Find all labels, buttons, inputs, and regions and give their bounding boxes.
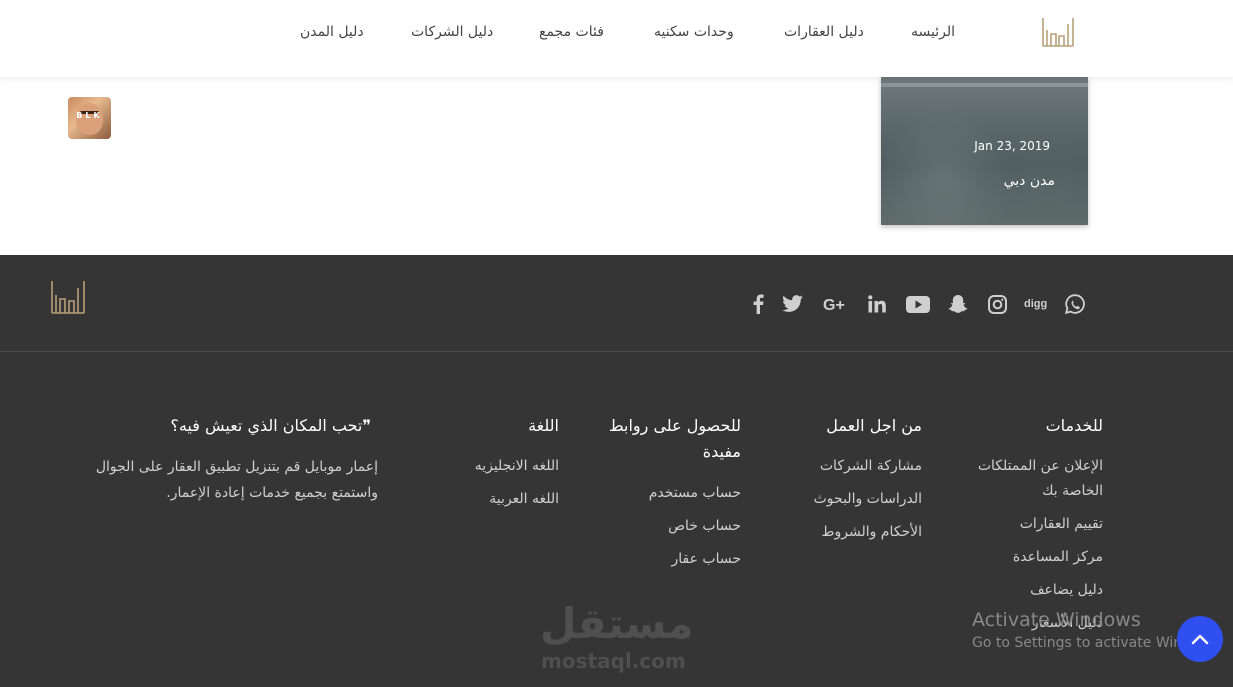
link-studies-research[interactable]: الدراسات والبحوث	[762, 487, 922, 512]
card-date: Jan 23, 2019	[974, 139, 1050, 153]
link-terms-conditions[interactable]: الأحكام والشروط	[762, 520, 922, 545]
city-post-card[interactable]: Jan 23, 2019 مدن دبي	[881, 77, 1088, 225]
whatsapp-icon[interactable]	[1064, 293, 1086, 315]
nav-city-guide[interactable]: دليل المدن	[300, 24, 364, 40]
twitter-icon[interactable]	[782, 293, 804, 315]
site-logo[interactable]	[1041, 16, 1075, 48]
services-heading: للخدمات	[1045, 416, 1103, 435]
link-arabic[interactable]: اللغه العربية	[439, 487, 559, 512]
svg-text:digg: digg	[1024, 298, 1047, 310]
chevron-up-icon	[1191, 634, 1209, 645]
work-heading: من اجل العمل	[826, 416, 922, 435]
useful-links-heading: للحصول على روابط مفيدة	[608, 416, 741, 461]
link-english[interactable]: اللغه الانجليزيه	[439, 454, 559, 479]
nav-residential-units[interactable]: وحدات سكنيه	[654, 24, 734, 40]
card-city[interactable]: مدن دبي	[1004, 173, 1055, 189]
nav-complex-categories[interactable]: فئات مجمع	[539, 24, 604, 40]
link-advertise-property[interactable]: الإعلان عن الممتلكات الخاصة بك	[953, 454, 1103, 504]
footer-logo[interactable]	[50, 279, 86, 315]
link-multiplier-guide[interactable]: دليل يضاعف	[943, 578, 1103, 603]
nav-property-guide[interactable]: دليل العقارات	[784, 24, 864, 40]
windows-activation-title: Activate Windows	[972, 609, 1141, 631]
site-header: الرئيسه دليل العقارات وحدات سكنيه فئات م…	[0, 0, 1233, 77]
mostaql-watermark-url: mostaql.com	[541, 649, 686, 673]
instagram-icon[interactable]	[986, 293, 1008, 315]
youtube-icon[interactable]	[905, 293, 931, 315]
link-property-valuation[interactable]: تقييم العقارات	[943, 512, 1103, 537]
back-to-top-button[interactable]	[1177, 616, 1223, 662]
link-private-account[interactable]: حساب خاص	[591, 514, 741, 539]
google-plus-icon[interactable]: G+	[822, 293, 850, 315]
linkedin-icon[interactable]	[866, 293, 888, 315]
nav-home[interactable]: الرئيسه	[911, 24, 955, 40]
site-footer: G+ digg للخدمات الإعلان عن الممتلكات الخ…	[0, 255, 1233, 687]
digg-icon[interactable]: digg	[1024, 293, 1048, 315]
avatar-text: BLK	[76, 111, 103, 120]
author-avatar[interactable]: BLK	[68, 97, 111, 139]
snapchat-icon[interactable]	[947, 293, 969, 315]
promo-text: إعمار موبايل قم بتنزيل تطبيق العقار على …	[95, 459, 378, 501]
link-company-participation[interactable]: مشاركة الشركات	[762, 454, 922, 479]
card-image-edge	[881, 83, 1088, 87]
link-user-account[interactable]: حساب مستخدم	[591, 481, 741, 506]
svg-text:G+: G+	[823, 297, 845, 312]
footer-divider	[0, 351, 1233, 352]
link-help-center[interactable]: مركز المساعدة	[943, 545, 1103, 570]
promo-heading: ❞تحب المكان الذي تعيش فيه؟	[170, 416, 371, 435]
language-heading: اللغة	[528, 416, 559, 435]
mostaql-watermark-arabic: مستقل	[540, 599, 694, 648]
link-property-account[interactable]: حساب عقار	[591, 547, 741, 572]
nav-company-guide[interactable]: دليل الشركات	[411, 24, 493, 40]
facebook-icon[interactable]	[747, 293, 769, 315]
